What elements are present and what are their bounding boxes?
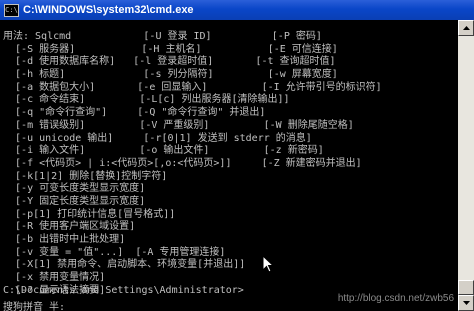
cmd-window-icon[interactable]: C:\ xyxy=(4,3,19,17)
console-line: [-S 服务器] [-H 主机名] [-E 可信连接] xyxy=(3,43,338,55)
console-line: [-m 错误级别] [-V 严重级别] [-W 删除尾随空格] xyxy=(3,119,354,131)
mouse-pointer-icon xyxy=(262,255,274,273)
console-line: [-d 使用数据库名称] [-l 登录超时值] [-t 查询超时值] xyxy=(3,56,336,68)
console-output: 用法: Sqlcmd [-U 登录 ID] [-P 密码] [-S 服务器] [… xyxy=(3,31,382,297)
console-line: [-p[1] 打印统计信息[冒号格式]] xyxy=(3,208,176,220)
scroll-down-arrow-icon xyxy=(462,301,470,305)
console-line: [-b 出错时中止批处理] xyxy=(3,234,126,245)
console-line: [-Y 固定长度类型显示宽度] xyxy=(3,195,146,207)
console-line: [-R 使用客户端区域设置] xyxy=(3,221,136,233)
console-line: [-q "命令行查询"] [-Q "命令行查询" 并退出] xyxy=(3,107,266,119)
ime-status-bar: 搜狗拼音 半: xyxy=(3,302,66,311)
console-line: [-u unicode 输出] [-r[0|1] 发送到 stderr 的消息] xyxy=(3,132,312,144)
console-line: [-i 输入文件] [-o 输出文件] [-z 新密码] xyxy=(3,145,324,157)
console-line: [-h 标题] [-s 列分隔符] [-w 屏幕宽度] xyxy=(3,69,338,81)
console-line: [-c 命令结束] [-L[c] 列出服务器[清除输出]] xyxy=(3,94,290,106)
vertical-scrollbar[interactable] xyxy=(458,20,474,311)
command-prompt[interactable]: C:\Documents and Settings\Administrator> xyxy=(3,285,244,296)
title-bar[interactable]: C:\ C:\WINDOWS\system32\cmd.exe xyxy=(0,0,474,20)
console-line: [-x 禁用变量情况] xyxy=(3,272,106,284)
watermark: http://blog.csdn.net/zwb56 xyxy=(337,293,454,304)
scroll-up-button[interactable] xyxy=(458,20,474,36)
console-area[interactable]: 用法: Sqlcmd [-U 登录 ID] [-P 密码] [-S 服务器] [… xyxy=(0,20,458,311)
console-line: 用法: Sqlcmd [-U 登录 ID] [-P 密码] xyxy=(3,31,322,42)
console-line: [-v 变量 = "值"...] [-A 专用管理连接] xyxy=(3,246,226,258)
scroll-down-button[interactable] xyxy=(458,295,474,311)
console-line: [-k[1|2] 删除[替换]控制字符] xyxy=(3,170,168,182)
scroll-up-arrow-icon xyxy=(462,26,470,30)
console-line: [-a 数据包大小] [-e 回显输入] [-I 允许带引号的标识符] xyxy=(3,81,382,93)
window-title: C:\WINDOWS\system32\cmd.exe xyxy=(23,4,194,16)
console-line: [-f <代码页> | i:<代码页>[,o:<代码页>]] [-Z 新建密码并… xyxy=(3,157,362,169)
scrollbar-thumb[interactable] xyxy=(458,280,474,295)
console-line: [-X[1] 禁用命令、启动脚本、环境变量[并退出]] xyxy=(3,259,246,271)
console-line: [-y 可变长度类型显示宽度] xyxy=(3,183,146,195)
